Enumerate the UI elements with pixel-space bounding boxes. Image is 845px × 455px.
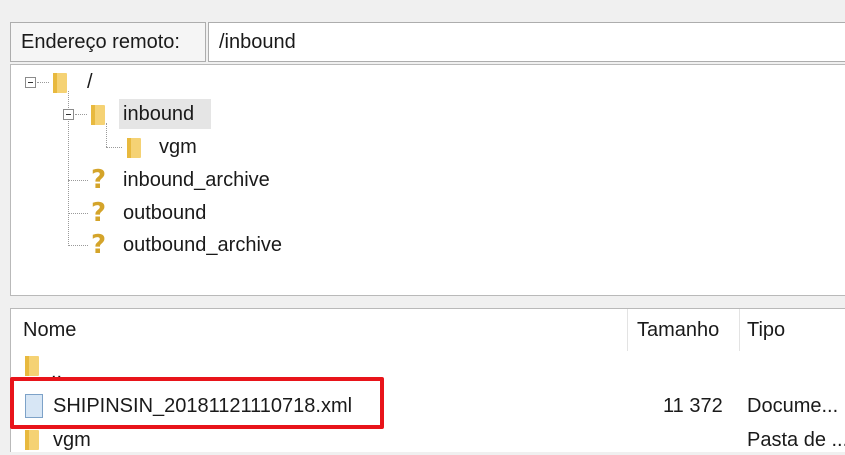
tree-connector [75,114,87,115]
tree-label-root: / [87,71,93,93]
folder-icon [25,354,39,376]
file-name: vgm [53,429,91,451]
column-header-type[interactable]: Tipo [747,309,845,351]
tree-node-vgm[interactable]: vgm [11,132,231,162]
tree-node-inbound[interactable]: inbound [11,99,231,129]
tree-connector [68,213,88,214]
question-mark-icon: ? [91,230,107,260]
tree-node-inbound-archive[interactable]: ? inbound_archive [11,165,311,195]
tree-label-outbound-archive: outbound_archive [123,234,283,256]
tree-connector [106,147,122,148]
tree-label-inbound-archive: inbound_archive [123,169,270,191]
column-header-size[interactable]: Tamanho [637,309,737,351]
file-row-vgm[interactable]: vgm Pasta de ... [11,425,845,455]
folder-icon [91,103,105,125]
remote-address-label: Endereço remoto: [10,22,206,62]
collapse-icon[interactable] [25,77,36,88]
tree-connector [37,82,49,83]
question-mark-icon: ? [91,198,107,228]
file-type: Pasta de ... [747,429,845,451]
tree-connector [68,245,88,246]
tree-label-vgm: vgm [159,136,197,158]
annotation-highlight-box [10,377,384,429]
tree-node-root[interactable]: / [11,67,131,97]
collapse-icon[interactable] [63,109,74,120]
tree-node-outbound[interactable]: ? outbound [11,198,311,228]
tree-label-outbound: outbound [123,202,207,224]
window-top-strip [0,0,845,14]
remote-directory-tree[interactable]: / inbound vgm ? inbound_archive ? outbou… [10,64,845,296]
column-header-name[interactable]: Nome [23,309,623,351]
remote-address-input[interactable]: /inbound [208,22,845,62]
folder-icon [127,136,141,158]
folder-icon [53,71,67,93]
tree-label-inbound: inbound [123,103,195,125]
pane-splitter[interactable] [0,296,845,308]
question-mark-icon: ? [91,165,107,195]
file-size: 11 372 [663,395,723,417]
folder-icon [25,428,39,450]
column-separator[interactable] [739,309,740,351]
tree-connector [68,180,88,181]
tree-node-outbound-archive[interactable]: ? outbound_archive [11,230,331,260]
remote-address-bar: Endereço remoto: /inbound [10,22,845,62]
file-type: Docume... [747,395,839,417]
column-separator[interactable] [627,309,628,351]
